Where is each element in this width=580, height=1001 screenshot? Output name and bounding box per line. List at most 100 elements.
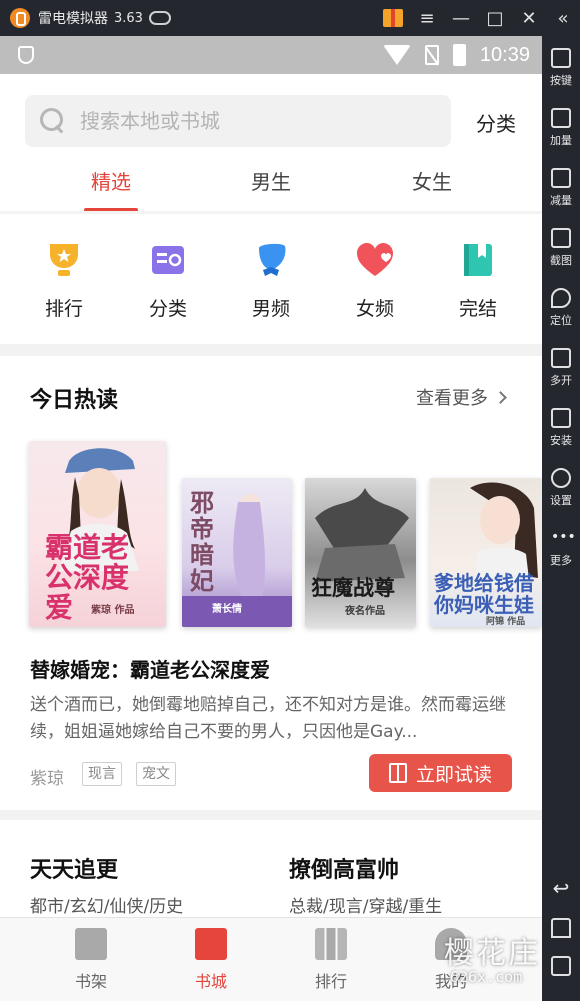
sidebar-item-label: 设置 bbox=[550, 494, 572, 507]
gift-icon bbox=[383, 9, 403, 27]
minimize-button[interactable]: — bbox=[444, 0, 478, 36]
app-screen: 分类 精选 男生 女生 排行 分类 bbox=[0, 74, 542, 1001]
recommend-card-subtitle: 总裁/现言/穿越/重生 bbox=[289, 897, 443, 917]
maximize-button[interactable]: □ bbox=[478, 0, 512, 36]
quick-entry-male[interactable]: 男频 bbox=[231, 240, 311, 321]
recents-icon bbox=[551, 956, 571, 976]
android-home-button[interactable] bbox=[542, 918, 580, 942]
keyboard-icon bbox=[551, 48, 571, 68]
chevron-right-icon bbox=[494, 390, 507, 404]
multi-instance-icon bbox=[551, 348, 571, 368]
sidebar-item-volume-up[interactable]: 加量 bbox=[542, 108, 580, 148]
gift-button[interactable] bbox=[376, 0, 410, 36]
double-chevron-left-icon: « bbox=[557, 7, 569, 29]
tab-featured[interactable]: 精选 bbox=[56, 166, 166, 195]
bookmark-book-icon bbox=[458, 240, 498, 280]
quick-entry-ranking[interactable]: 排行 bbox=[24, 240, 104, 321]
gamepad-icon[interactable] bbox=[148, 11, 171, 25]
bar-chart-icon bbox=[315, 928, 347, 960]
android-recents-button[interactable] bbox=[542, 956, 580, 980]
location-pin-icon bbox=[551, 288, 571, 308]
tab-male[interactable]: 男生 bbox=[216, 166, 326, 195]
quick-entry-label: 完结 bbox=[458, 298, 497, 320]
emulator-title-bar: 雷电模拟器 3.63 ≡ — □ ✕ « bbox=[0, 0, 580, 36]
close-icon: ✕ bbox=[521, 7, 537, 29]
category-link[interactable]: 分类 bbox=[476, 108, 516, 137]
sidebar-item-keyboard[interactable]: 按键 bbox=[542, 48, 580, 88]
sidebar-item-label: 加量 bbox=[550, 134, 572, 147]
sidebar-item-label: 定位 bbox=[550, 314, 572, 327]
nav-item-bookstore[interactable]: 书城 bbox=[166, 928, 256, 992]
book-cover-3[interactable]: 狂魔战尊 夜名作品 bbox=[305, 478, 416, 627]
volume-down-icon bbox=[551, 168, 571, 188]
quick-entry-completed[interactable]: 完结 bbox=[438, 240, 518, 321]
bookstore-icon bbox=[195, 928, 227, 960]
sidebar-item-screenshot[interactable]: 截图 bbox=[542, 228, 580, 268]
sidebar-item-location[interactable]: 定位 bbox=[542, 288, 580, 328]
android-back-button[interactable]: ↩ bbox=[542, 878, 580, 902]
maximize-icon: □ bbox=[486, 7, 504, 29]
search-icon bbox=[40, 108, 66, 134]
featured-book-title[interactable]: 替嫁婚宠：霸道老公深度爱 bbox=[30, 654, 270, 683]
cover-author: 萧长情 bbox=[212, 604, 242, 615]
sidebar-item-label: 截图 bbox=[550, 254, 572, 267]
heart-icon bbox=[355, 240, 395, 280]
book-cover-4[interactable]: 爹地给钱借你妈咪生娃 阿锦 作品 bbox=[430, 478, 542, 627]
volume-up-icon bbox=[551, 108, 571, 128]
hamburger-icon: ≡ bbox=[419, 7, 435, 29]
nav-label: 排行 bbox=[314, 972, 347, 991]
trophy-icon bbox=[44, 240, 84, 280]
sidebar-item-label: 减量 bbox=[550, 194, 572, 207]
featured-book-author: 紫琼 bbox=[30, 769, 64, 789]
view-more-label: 查看更多 bbox=[416, 388, 488, 409]
genre-tag: 现言 bbox=[82, 762, 122, 786]
sidebar-item-multi-instance[interactable]: 多开 bbox=[542, 348, 580, 388]
search-input[interactable] bbox=[80, 109, 420, 133]
quick-entry-category[interactable]: 分类 bbox=[128, 240, 208, 321]
no-sim-icon bbox=[424, 45, 439, 65]
sidebar-item-install[interactable]: 安装 bbox=[542, 408, 580, 448]
emulator-version: 3.63 bbox=[114, 10, 143, 26]
sidebar-item-label: 按键 bbox=[550, 74, 572, 87]
read-now-label: 立即试读 bbox=[415, 763, 492, 786]
quick-entry-label: 男频 bbox=[251, 298, 290, 320]
recommend-card-title[interactable]: 撩倒高富帅 bbox=[289, 852, 399, 884]
watermark: 樱花庄 626x.com bbox=[444, 928, 540, 986]
sidebar-item-more[interactable]: ••• 更多 bbox=[542, 528, 580, 568]
sidebar-item-label: 更多 bbox=[550, 554, 572, 567]
view-more-link[interactable]: 查看更多 bbox=[416, 384, 507, 410]
nav-item-ranking[interactable]: 排行 bbox=[286, 928, 376, 992]
wifi-icon bbox=[382, 45, 411, 65]
nav-label: 书城 bbox=[194, 972, 227, 991]
quick-entry-label: 排行 bbox=[44, 298, 83, 320]
android-status-bar: 10:39 bbox=[0, 36, 542, 74]
hot-today-section: 今日热读 查看更多 霸道老公深度爱 紫琼 作品 邪帝暗妃 萧长情 狂魔战尊 夜名… bbox=[0, 356, 542, 810]
cover-author: 阿锦 作品 bbox=[486, 617, 526, 627]
sidebar-item-settings[interactable]: 设置 bbox=[542, 468, 580, 508]
sidebar-item-label: 多开 bbox=[550, 374, 572, 387]
open-book-icon bbox=[388, 763, 407, 783]
recommend-card-subtitle: 都市/玄幻/仙侠/历史 bbox=[30, 897, 184, 917]
battery-charging-icon bbox=[452, 44, 466, 66]
nav-item-bookshelf[interactable]: 书架 bbox=[46, 928, 136, 992]
back-arrow-icon: ↩ bbox=[552, 876, 570, 900]
menu-button[interactable]: ≡ bbox=[410, 0, 444, 36]
book-cover-featured[interactable]: 霸道老公深度爱 紫琼 作品 bbox=[29, 441, 166, 627]
status-time: 10:39 bbox=[479, 43, 530, 66]
app-header: 分类 精选 男生 女生 bbox=[0, 74, 542, 214]
ldplayer-logo-icon bbox=[10, 8, 30, 28]
close-button[interactable]: ✕ bbox=[512, 0, 546, 36]
cover-title: 爹地给钱借你妈咪生娃 bbox=[434, 571, 534, 617]
quick-entry-female[interactable]: 女频 bbox=[335, 240, 415, 321]
tab-female[interactable]: 女生 bbox=[377, 166, 487, 195]
bookshelf-icon bbox=[75, 928, 107, 960]
apk-install-icon bbox=[551, 408, 571, 428]
book-cover-2[interactable]: 邪帝暗妃 萧长情 bbox=[182, 478, 292, 627]
sidebar-item-volume-down[interactable]: 减量 bbox=[542, 168, 580, 208]
cover-author: 夜名作品 bbox=[345, 606, 385, 617]
recommend-card-title[interactable]: 天天追更 bbox=[30, 852, 118, 884]
read-now-button[interactable]: 立即试读 bbox=[369, 754, 512, 792]
collapse-sidebar-button[interactable]: « bbox=[546, 0, 580, 36]
search-bar[interactable] bbox=[25, 95, 451, 147]
scissors-icon bbox=[551, 228, 571, 248]
